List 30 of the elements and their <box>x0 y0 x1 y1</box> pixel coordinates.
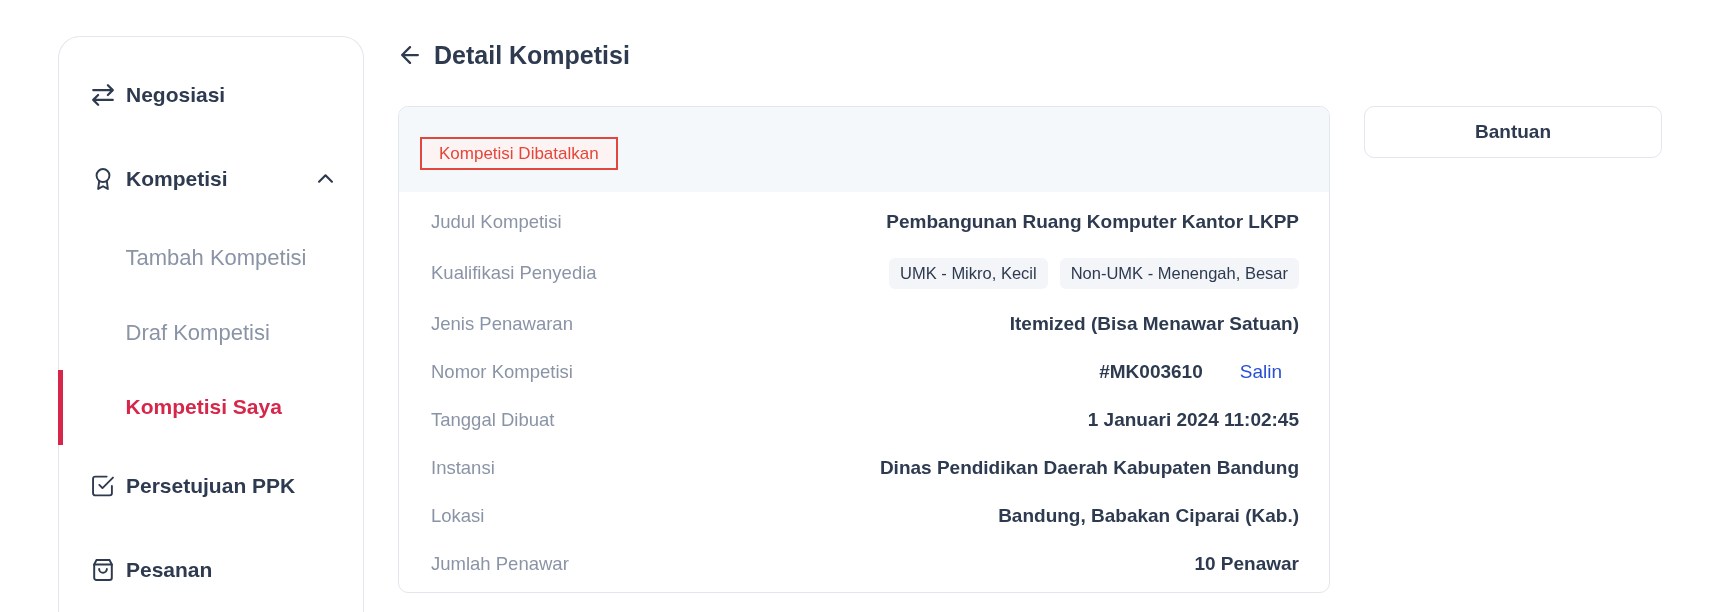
field-label: Tanggal Dibuat <box>431 409 555 431</box>
sidebar-subitem[interactable]: Kompetisi Saya <box>57 369 363 445</box>
field-value: Pembangunan Ruang Komputer Kantor LKPP <box>886 211 1299 233</box>
field-label: Jumlah Penawar <box>431 553 569 575</box>
field-label: Nomor Kompetisi <box>431 361 573 383</box>
field-label: Lokasi <box>431 505 485 527</box>
status-badge: Kompetisi Dibatalkan <box>425 142 613 165</box>
sidebar-item[interactable]: Kompetisi <box>59 136 363 221</box>
back-arrow-icon[interactable] <box>401 46 419 64</box>
field-value: Dinas Pendidikan Daerah Kabupaten Bandung <box>879 457 1299 479</box>
sidebar-item[interactable]: Pesanan <box>59 528 363 612</box>
field-value: Bandung, Babakan Ciparai (Kab.) <box>998 505 1299 527</box>
field-value: Itemized (Bisa Menawar Satuan) <box>1009 313 1299 335</box>
help-button[interactable]: Bantuan <box>1364 106 1662 158</box>
sidebar-item[interactable]: Persetujuan PPK <box>59 444 363 529</box>
field-label: Kualifikasi Penyedia <box>431 262 597 284</box>
shopping-bag-icon <box>92 559 114 582</box>
page-title: Detail Kompetisi <box>434 40 630 70</box>
field-label: Judul Kompetisi <box>431 211 562 233</box>
qualification-tag: UMK - Mikro, Kecil <box>889 257 1048 289</box>
field-label: Jenis Penawaran <box>431 313 573 335</box>
qualification-tag: Non-UMK - Menengah, Besar <box>1059 257 1299 289</box>
swap-arrows-icon <box>92 83 114 106</box>
checkbox-icon <box>92 475 114 498</box>
field-value: #MK003610 <box>1099 361 1203 383</box>
field-label: Instansi <box>431 457 495 479</box>
sidebar-item[interactable]: Negosiasi <box>59 53 363 137</box>
field-value: 1 Januari 2024 11:02:45 <box>1087 409 1299 431</box>
copy-link[interactable]: Salin <box>1222 357 1299 387</box>
field-value: 10 Penawar <box>1194 553 1299 575</box>
